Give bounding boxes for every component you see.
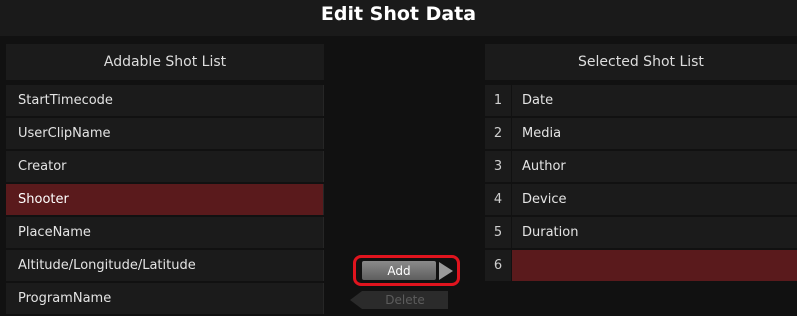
arrow-left-icon bbox=[350, 291, 362, 309]
addable-list-header: Addable Shot List bbox=[6, 44, 324, 80]
row-number: 6 bbox=[485, 250, 512, 281]
row-name: Author bbox=[522, 159, 566, 174]
delete-button-label: Delete bbox=[362, 291, 448, 309]
add-button[interactable]: Add bbox=[362, 261, 436, 280]
selected-list-header: Selected Shot List bbox=[485, 44, 797, 80]
row-name bbox=[512, 250, 797, 281]
row-name: Duration bbox=[522, 225, 579, 240]
row-number: 5 bbox=[485, 217, 512, 248]
row-name: Media bbox=[522, 126, 562, 141]
selected-shot-list: 1 Date 2 Media 3 Author 4 Device 5 Durat… bbox=[485, 85, 797, 283]
arrow-right-icon bbox=[439, 261, 453, 280]
selected-item-2[interactable]: 2 Media bbox=[485, 118, 797, 149]
addable-item-creator[interactable]: Creator bbox=[6, 151, 324, 182]
addable-item-userclipname[interactable]: UserClipName bbox=[6, 118, 324, 149]
row-name: Device bbox=[522, 192, 567, 207]
selected-item-4[interactable]: 4 Device bbox=[485, 184, 797, 215]
addable-shot-list: StartTimecode UserClipName Creator Shoot… bbox=[6, 85, 324, 316]
add-button-callout: Add bbox=[353, 255, 460, 286]
selected-item-6[interactable]: 6 bbox=[485, 250, 797, 281]
row-number: 4 bbox=[485, 184, 512, 215]
row-number: 2 bbox=[485, 118, 512, 149]
row-name: Date bbox=[522, 93, 554, 108]
selected-item-5[interactable]: 5 Duration bbox=[485, 217, 797, 248]
dialog-title: Edit Shot Data bbox=[320, 3, 477, 25]
addable-item-starttimecode[interactable]: StartTimecode bbox=[6, 85, 324, 116]
addable-item-programname[interactable]: ProgramName bbox=[6, 283, 324, 314]
row-number: 1 bbox=[485, 85, 512, 116]
dialog-title-bar: Edit Shot Data bbox=[0, 0, 797, 36]
addable-item-shooter[interactable]: Shooter bbox=[6, 184, 324, 215]
delete-button[interactable]: Delete bbox=[350, 291, 460, 309]
selected-item-3[interactable]: 3 Author bbox=[485, 151, 797, 182]
addable-item-placename[interactable]: PlaceName bbox=[6, 217, 324, 248]
row-number: 3 bbox=[485, 151, 512, 182]
addable-item-altitude-longitude-latitude[interactable]: Altitude/Longitude/Latitude bbox=[6, 250, 324, 281]
selected-item-1[interactable]: 1 Date bbox=[485, 85, 797, 116]
